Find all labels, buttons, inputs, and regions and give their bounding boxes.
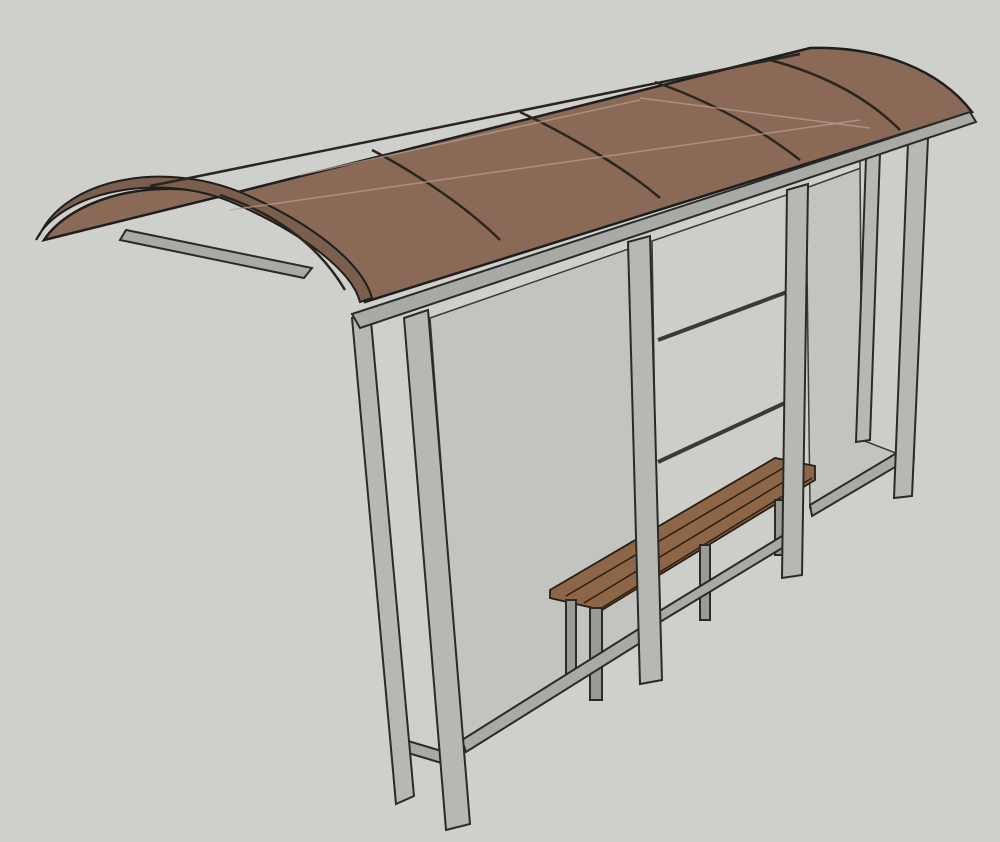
bus-shelter-illustration [35,46,978,832]
middle-post-right [780,182,810,580]
bench-leg-back [565,599,577,681]
front-post-left [350,308,416,806]
back-glass-left [429,243,646,742]
roof-strut-left [118,228,314,280]
